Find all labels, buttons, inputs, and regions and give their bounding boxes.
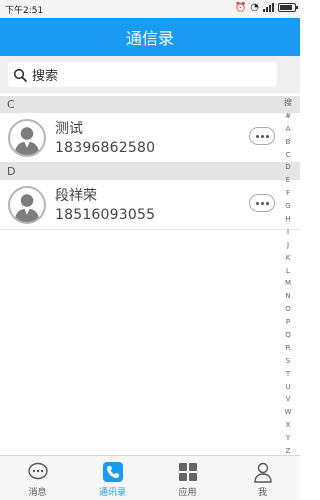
index-letter[interactable]: O	[281, 303, 295, 316]
index-letter[interactable]: T	[281, 368, 295, 381]
status-bar: 下午2:51 ⏰ ◔	[0, 0, 300, 18]
tab-label: 通讯录	[98, 488, 126, 498]
index-letter[interactable]: J	[281, 239, 295, 252]
index-letter[interactable]: B	[281, 136, 295, 149]
index-letter[interactable]: H	[281, 213, 295, 226]
index-letter[interactable]: X	[281, 419, 295, 432]
more-options-button[interactable]	[249, 194, 275, 212]
tab-contacts[interactable]: 通讯录	[75, 456, 150, 500]
index-letter[interactable]: I	[281, 226, 295, 239]
tab-label: 我	[257, 488, 267, 498]
tab-label: 应用	[178, 488, 197, 498]
index-letter[interactable]: U	[281, 381, 295, 394]
search-input[interactable]: 搜索	[8, 62, 277, 87]
index-letter[interactable]: N	[281, 290, 295, 303]
index-letter[interactable]: D	[281, 161, 295, 174]
index-letter[interactable]: R	[281, 342, 295, 355]
alphabet-index-bar[interactable]: 搜 # A B C D E F G H I J K L M N O P Q R S T U V W X Y Z	[281, 97, 295, 458]
contact-phone: 18396862580	[55, 140, 156, 156]
tab-me[interactable]: 我	[225, 456, 300, 500]
index-letter[interactable]: C	[281, 149, 295, 162]
index-letter[interactable]: K	[281, 252, 295, 265]
chat-bubble-icon	[27, 462, 48, 480]
index-letter[interactable]: E	[281, 174, 295, 187]
index-letter[interactable]: P	[281, 316, 295, 329]
status-time: 下午2:51	[5, 6, 44, 16]
index-letter[interactable]: V	[281, 393, 295, 406]
section-header-c: C	[0, 96, 300, 113]
title-bar: 通信录	[0, 18, 300, 56]
bottom-tab-bar: 消息 通讯录 应用 我	[0, 455, 300, 500]
battery-icon	[278, 3, 298, 12]
section-header-d: D	[0, 163, 300, 180]
avatar-person-icon	[14, 127, 40, 155]
index-letter[interactable]: M	[281, 277, 295, 290]
index-letter[interactable]: G	[281, 200, 295, 213]
contact-name: 段祥荣	[55, 188, 97, 204]
index-letter[interactable]: F	[281, 187, 295, 200]
index-letter[interactable]: 搜	[281, 97, 295, 110]
person-icon	[253, 462, 272, 483]
index-letter[interactable]: Y	[281, 432, 295, 445]
tab-apps[interactable]: 应用	[150, 456, 225, 500]
tab-messages[interactable]: 消息	[0, 456, 75, 500]
ellipsis-icon	[255, 201, 259, 205]
search-icon	[13, 68, 27, 82]
index-letter[interactable]: #	[281, 110, 295, 123]
contact-phone: 18516093055	[55, 207, 156, 223]
avatar	[8, 186, 46, 224]
more-options-button[interactable]	[249, 127, 275, 145]
tab-label: 消息	[28, 488, 47, 498]
wifi-icon: ◔	[250, 2, 259, 13]
avatar-person-icon	[14, 194, 40, 222]
index-letter[interactable]: W	[281, 406, 295, 419]
ellipsis-icon	[255, 134, 259, 138]
contact-row[interactable]: 测试 18396862580	[0, 113, 300, 163]
alarm-icon: ⏰	[235, 2, 247, 13]
index-letter[interactable]: A	[281, 123, 295, 136]
signal-icon	[263, 3, 274, 12]
search-container: 搜索	[0, 56, 300, 93]
contact-row[interactable]: 段祥荣 18516093055	[0, 180, 300, 230]
index-letter[interactable]: Q	[281, 329, 295, 342]
phone-icon	[102, 462, 123, 482]
status-icons: ⏰ ◔	[235, 2, 298, 13]
avatar	[8, 119, 46, 157]
index-letter[interactable]: S	[281, 355, 295, 368]
page-title: 通信录	[125, 29, 174, 48]
grid-icon	[178, 463, 197, 481]
contact-name: 测试	[55, 121, 83, 137]
index-letter[interactable]: L	[281, 265, 295, 278]
search-placeholder: 搜索	[32, 69, 59, 84]
